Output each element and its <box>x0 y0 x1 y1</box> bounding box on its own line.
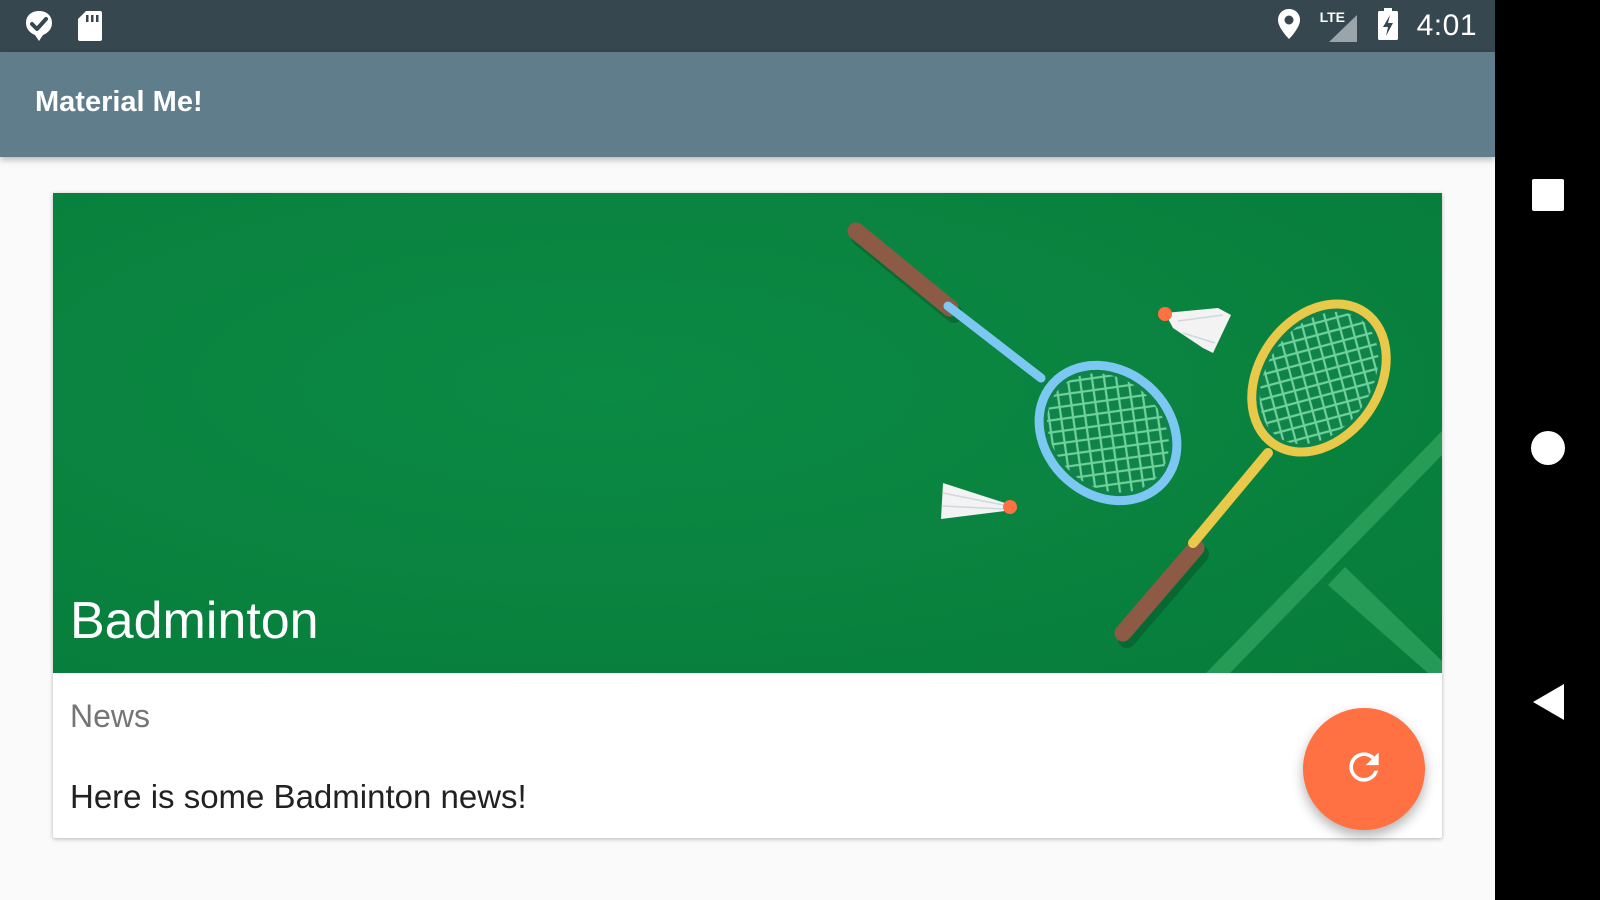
sd-card-icon <box>76 9 104 48</box>
card-body-text: Here is some Badminton news! <box>70 778 527 815</box>
badminton-court-illustration: Badminton <box>53 193 1442 673</box>
card-title: Badminton <box>70 592 319 650</box>
court-lines <box>1206 431 1442 673</box>
back-button[interactable] <box>1495 659 1600 749</box>
shuttlecock-left <box>941 483 1017 519</box>
notification-app-icon <box>24 9 54 48</box>
home-button[interactable] <box>1495 405 1600 495</box>
status-left-icons <box>24 9 104 48</box>
refresh-fab-button[interactable] <box>1303 708 1425 830</box>
recents-button[interactable] <box>1495 152 1600 242</box>
status-bar: LTE 4:01 <box>0 0 1495 52</box>
back-triangle-icon <box>1531 683 1565 726</box>
network-type-label: LTE <box>1319 9 1346 25</box>
app-toolbar: Material Me! <box>0 52 1495 157</box>
signal-lte-icon: LTE <box>1319 9 1359 43</box>
card-subtitle: News <box>70 698 151 734</box>
home-circle-icon <box>1530 430 1566 471</box>
refresh-icon <box>1342 745 1386 794</box>
recents-square-icon <box>1531 178 1565 217</box>
location-pin-icon <box>1277 8 1301 45</box>
battery-charging-icon <box>1377 7 1399 46</box>
blue-racket <box>847 222 1182 506</box>
status-right-icons: LTE 4:01 <box>1277 7 1477 46</box>
sport-card[interactable]: Badminton News Here is some Badminton ne… <box>53 193 1442 838</box>
android-screen: LTE 4:01 Material Me! Badminton News Her… <box>0 0 1495 900</box>
shuttlecock-right <box>1158 307 1231 353</box>
app-title: Material Me! <box>35 86 203 118</box>
status-time: 4:01 <box>1416 9 1477 42</box>
system-navigation-bar <box>1495 0 1600 900</box>
